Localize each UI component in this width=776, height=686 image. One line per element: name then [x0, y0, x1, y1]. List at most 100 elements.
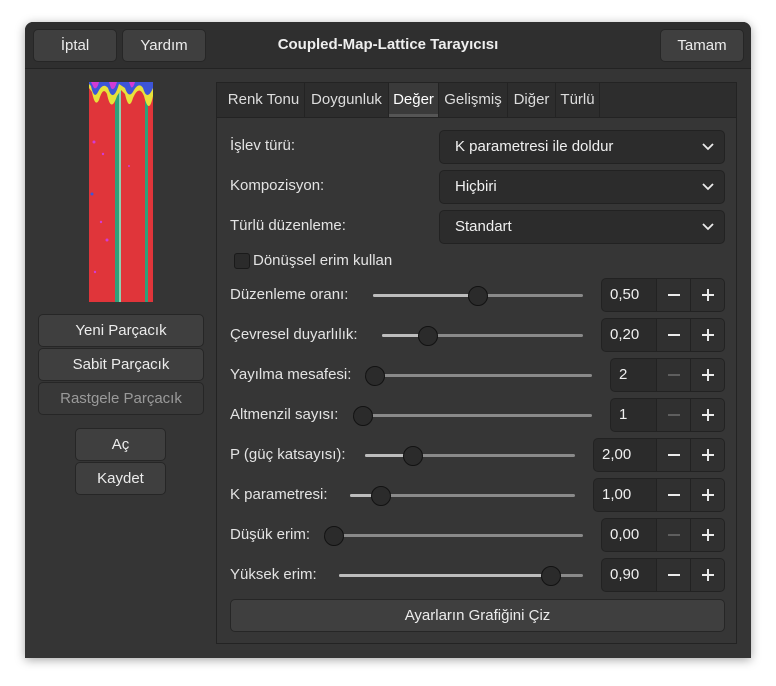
minus-icon	[668, 454, 680, 456]
spin-button: 1,00	[593, 478, 725, 512]
plus-icon	[702, 529, 714, 541]
composition-value: Hiçbiri	[455, 178, 497, 195]
minus-icon	[668, 414, 680, 416]
slider-track[interactable]	[353, 414, 592, 417]
plus-icon	[702, 569, 714, 581]
increment-button[interactable]	[690, 319, 724, 351]
slider-label: Düzenleme oranı:	[230, 286, 349, 303]
tab-advanced[interactable]: Gelişmiş	[439, 83, 508, 117]
new-seed-button[interactable]: Yeni Parçacık	[38, 314, 204, 347]
plus-icon	[702, 329, 714, 341]
misc-arrange-combo[interactable]: Standart	[439, 210, 725, 244]
cancel-button[interactable]: İptal	[33, 29, 117, 62]
function-type-label: İşlev türü:	[230, 137, 296, 154]
preview-graphic	[89, 82, 153, 302]
increment-button[interactable]	[690, 279, 724, 311]
tab-value[interactable]: Değer	[389, 83, 439, 117]
spin-button: 2	[610, 358, 725, 392]
decrement-button[interactable]	[656, 479, 691, 511]
chevron-down-icon	[702, 143, 714, 151]
tab-hue[interactable]: Renk Tonu	[223, 83, 305, 117]
spin-value[interactable]: 0,20	[610, 319, 639, 351]
spin-value[interactable]: 1	[619, 399, 627, 431]
dialog-window: İptal Yardım Coupled-Map-Lattice Tarayıc…	[25, 22, 751, 658]
cyclic-range-label: Dönüşsel erim kullan	[253, 252, 393, 269]
plus-icon	[702, 369, 714, 381]
spin-value[interactable]: 2	[619, 359, 627, 391]
spin-button: 0,50	[601, 278, 725, 312]
decrement-button[interactable]	[656, 519, 691, 551]
spin-value[interactable]: 1,00	[602, 479, 631, 511]
increment-button[interactable]	[690, 559, 724, 591]
slider-knob[interactable]	[365, 365, 385, 386]
help-button[interactable]: Yardım	[122, 29, 206, 62]
title-bar: İptal Yardım Coupled-Map-Lattice Tarayıc…	[25, 22, 751, 69]
decrement-button[interactable]	[656, 319, 691, 351]
increment-button[interactable]	[690, 359, 724, 391]
minus-icon	[668, 334, 680, 336]
minus-icon	[668, 494, 680, 496]
function-type-combo[interactable]: K parametresi ile doldur	[439, 130, 725, 164]
spin-value[interactable]: 2,00	[602, 439, 631, 471]
slider-label: Çevresel duyarlılık:	[230, 326, 358, 343]
decrement-button[interactable]	[656, 279, 691, 311]
slider-knob[interactable]	[418, 325, 439, 346]
fixed-seed-button[interactable]: Sabit Parçacık	[38, 348, 204, 381]
slider-knob[interactable]	[353, 405, 373, 426]
spin-button: 0,90	[601, 558, 725, 592]
slider-label: Yayılma mesafesi:	[230, 366, 352, 383]
slider-knob[interactable]	[324, 525, 344, 546]
increment-button[interactable]	[690, 399, 724, 431]
spin-value[interactable]: 0,00	[610, 519, 639, 551]
cyclic-range-checkbox[interactable]	[234, 253, 250, 269]
decrement-button[interactable]	[656, 439, 691, 471]
tab-other[interactable]: Diğer	[508, 83, 556, 117]
misc-arrange-value: Standart	[455, 218, 512, 235]
settings-panel: Renk Tonu Doygunluk Değer Gelişmiş Diğer…	[216, 82, 737, 644]
slider-label: Altmenzil sayısı:	[230, 406, 339, 423]
slider-track[interactable]	[382, 334, 583, 337]
increment-button[interactable]	[690, 519, 724, 551]
decrement-button[interactable]	[656, 359, 691, 391]
decrement-button[interactable]	[656, 399, 691, 431]
decrement-button[interactable]	[656, 559, 691, 591]
minus-icon	[668, 534, 680, 536]
slider-label: Düşük erim:	[230, 526, 311, 543]
increment-button[interactable]	[690, 439, 724, 471]
plus-icon	[702, 449, 714, 461]
window-title: Coupled-Map-Lattice Tarayıcısı	[277, 36, 499, 53]
spin-button: 1	[610, 398, 725, 432]
composition-combo[interactable]: Hiçbiri	[439, 170, 725, 204]
spin-button: 2,00	[593, 438, 725, 472]
misc-arrange-label: Türlü düzenleme:	[230, 217, 346, 234]
plus-icon	[702, 409, 714, 421]
slider-knob[interactable]	[468, 285, 488, 306]
spin-value[interactable]: 0,90	[610, 559, 639, 591]
spin-button: 0,00	[601, 518, 725, 552]
slider-label: K parametresi:	[230, 486, 328, 503]
slider-knob[interactable]	[370, 485, 391, 506]
slider-knob[interactable]	[540, 565, 561, 586]
slider-track[interactable]	[365, 454, 575, 457]
plus-icon	[702, 489, 714, 501]
increment-button[interactable]	[690, 479, 724, 511]
slider-track[interactable]	[324, 534, 583, 537]
slider-track[interactable]	[365, 374, 592, 377]
minus-icon	[668, 374, 680, 376]
preview-image	[89, 82, 153, 302]
slider-label: Yüksek erim:	[230, 566, 317, 583]
save-button[interactable]: Kaydet	[75, 462, 166, 495]
chevron-down-icon	[702, 183, 714, 191]
tab-misc[interactable]: Türlü	[556, 83, 600, 117]
tab-saturation[interactable]: Doygunluk	[305, 83, 389, 117]
random-seed-button[interactable]: Rastgele Parçacık	[38, 382, 204, 415]
open-button[interactable]: Aç	[75, 428, 166, 461]
spin-value[interactable]: 0,50	[610, 279, 639, 311]
ok-button[interactable]: Tamam	[660, 29, 744, 62]
slider-knob[interactable]	[403, 445, 423, 466]
spin-button: 0,20	[601, 318, 725, 352]
minus-icon	[668, 574, 680, 576]
composition-label: Kompozisyon:	[230, 177, 325, 194]
plot-settings-button[interactable]: Ayarların Grafiğini Çiz	[230, 599, 725, 632]
chevron-down-icon	[702, 223, 714, 231]
